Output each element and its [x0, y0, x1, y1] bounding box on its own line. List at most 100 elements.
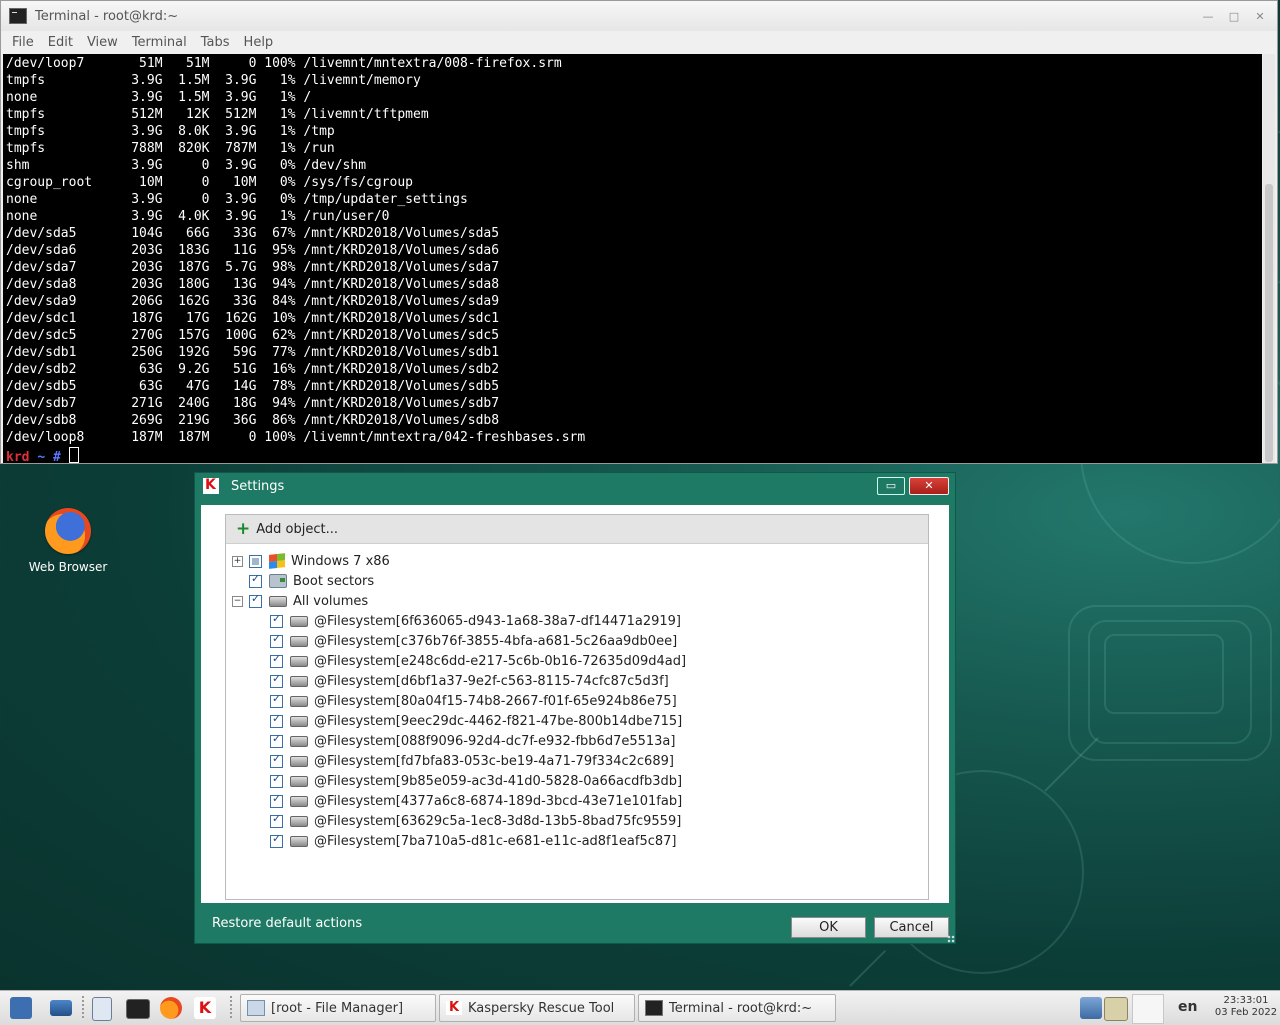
restore-window-icon[interactable]: ▭	[877, 477, 905, 495]
tree-item[interactable]: + Windows 7 x86	[232, 551, 390, 571]
maximize-icon[interactable]: □	[1227, 10, 1241, 23]
tree-item-label: @Filesystem[088f9096-92d4-dc7f-e932-fbb6…	[314, 733, 676, 749]
menu-terminal[interactable]: Terminal	[125, 35, 194, 50]
tree-item-checkbox[interactable]	[270, 832, 283, 848]
clock[interactable]: 23:33:01 03 Feb 2022	[1214, 995, 1278, 1019]
tree-item[interactable]: @Filesystem[4377a6c8-6874-189d-3bcd-43e7…	[270, 791, 682, 811]
close-icon[interactable]: ✕	[909, 477, 949, 495]
prompt-host: krd	[6, 450, 30, 463]
start-menu-icon[interactable]	[10, 997, 32, 1019]
task-terminal[interactable]: Terminal - root@krd:~	[638, 994, 836, 1022]
tree-item-label: @Filesystem[80a04f15-74b8-2667-f01f-65e9…	[314, 693, 677, 709]
add-object-label: Add object...	[256, 521, 339, 537]
terminal-output-line: cgroup_root 10M 0 10M 0% /sys/fs/cgroup	[6, 175, 413, 190]
tree-item[interactable]: @Filesystem[9b85e059-ac3d-41d0-5828-0a66…	[270, 771, 682, 791]
tree-item[interactable]: @Filesystem[e248c6dd-e217-5c6b-0b16-7263…	[270, 651, 686, 671]
tree-item-checkbox[interactable]	[249, 592, 262, 608]
terminal-window[interactable]: Terminal - root@krd:~ — □ ✕ File Edit Vi…	[0, 0, 1278, 464]
task-label: Kaspersky Rescue Tool	[468, 1000, 615, 1016]
tree-item[interactable]: @Filesystem[80a04f15-74b8-2667-f01f-65e9…	[270, 691, 677, 711]
tree-item-checkbox[interactable]	[270, 792, 283, 808]
tree-item[interactable]: @Filesystem[7ba710a5-d81c-e681-e11c-ad8f…	[270, 831, 676, 851]
tree-item[interactable]: @Filesystem[fd7bfa83-053c-be19-4a71-79f3…	[270, 751, 674, 771]
collapse-icon[interactable]: −	[232, 595, 243, 607]
menu-file[interactable]: File	[5, 35, 41, 50]
resize-grip[interactable]	[947, 935, 955, 943]
tree-item-checkbox[interactable]	[270, 632, 283, 648]
prompt-path: ~ #	[37, 450, 61, 463]
keyboard-layout-indicator[interactable]: en	[1178, 999, 1197, 1015]
terminal-output-line: /dev/sda9 206G 162G 33G 84% /mnt/KRD2018…	[6, 294, 500, 309]
terminal-launcher-icon[interactable]	[126, 999, 150, 1019]
menu-view[interactable]: View	[80, 35, 125, 50]
terminal-output-line: tmpfs 3.9G 1.5M 3.9G 1% /livemnt/memory	[6, 73, 421, 88]
tree-item-label: @Filesystem[6f636065-d943-1a68-38a7-df14…	[314, 613, 681, 629]
terminal-icon	[9, 8, 27, 24]
task-kaspersky-rescue-tool[interactable]: K Kaspersky Rescue Tool	[439, 994, 635, 1022]
firefox-launcher-icon[interactable]	[160, 997, 182, 1019]
tree-item-checkbox[interactable]	[249, 572, 262, 588]
terminal-titlebar[interactable]: Terminal - root@krd:~ — □ ✕	[1, 1, 1277, 31]
terminal-output-line: /dev/sdc1 187G 17G 162G 10% /mnt/KRD2018…	[6, 311, 500, 326]
disk-icon	[290, 715, 308, 727]
expand-icon[interactable]: +	[232, 555, 243, 567]
menu-help[interactable]: Help	[237, 35, 281, 50]
terminal-output-line: shm 3.9G 0 3.9G 0% /dev/shm	[6, 158, 367, 173]
add-object-button[interactable]: + Add object...	[226, 515, 928, 544]
tree-item-checkbox[interactable]	[270, 612, 283, 628]
tree-item-checkbox[interactable]	[270, 652, 283, 668]
tree-item[interactable]: Boot sectors	[232, 571, 374, 591]
scan-objects-panel: + Add object... + Windows 7 x86 Boot secto…	[225, 514, 929, 900]
tree-item[interactable]: @Filesystem[d6bf1a37-9e2f-c563-8115-74cf…	[270, 671, 669, 691]
network-status-icon[interactable]	[1080, 997, 1102, 1019]
terminal-icon	[645, 1000, 663, 1016]
tree-item-checkbox[interactable]	[270, 712, 283, 728]
kaspersky-launcher-icon[interactable]: K	[194, 997, 216, 1019]
close-icon[interactable]: ✕	[1253, 10, 1267, 23]
tree-item-checkbox[interactable]	[270, 692, 283, 708]
tree-item[interactable]: @Filesystem[6f636065-d943-1a68-38a7-df14…	[270, 611, 681, 631]
tools-icon[interactable]	[1104, 997, 1128, 1021]
tree-item-label: @Filesystem[4377a6c8-6874-189d-3bcd-43e7…	[314, 793, 683, 809]
file-manager-launcher-icon[interactable]	[92, 997, 112, 1021]
menu-edit[interactable]: Edit	[41, 35, 80, 50]
menu-tabs[interactable]: Tabs	[194, 35, 237, 50]
tree-item-checkbox[interactable]	[249, 554, 262, 568]
settings-dialog[interactable]: Settings ▭ ✕ + Add object... + Windows 7 …	[194, 472, 956, 944]
tree-item[interactable]: @Filesystem[c376b76f-3855-4bfa-a681-5c26…	[270, 631, 677, 651]
terminal-screen[interactable]: /dev/loop7 51M 51M 0 100% /livemnt/mntex…	[3, 54, 1262, 463]
tree-item-label: Windows 7 x86	[291, 553, 390, 569]
desktop-icon-label: Web Browser	[28, 560, 108, 574]
tree-item[interactable]: @Filesystem[9eec29dc-4462-f821-47be-800b…	[270, 711, 682, 731]
terminal-prompt[interactable]: krd ~ #	[3, 447, 1262, 463]
tree-item-checkbox[interactable]	[270, 732, 283, 748]
kaspersky-icon	[203, 477, 219, 494]
disk-icon	[290, 735, 308, 747]
tree-item-label: All volumes	[293, 593, 369, 609]
tree-item-checkbox[interactable]	[270, 812, 283, 828]
network-icon[interactable]	[50, 1000, 72, 1016]
tree-item[interactable]: @Filesystem[63629c5a-1ec8-3d8d-13b5-8bad…	[270, 811, 681, 831]
tree-item-checkbox[interactable]	[270, 772, 283, 788]
tree-item-checkbox[interactable]	[270, 672, 283, 688]
disk-icon	[290, 655, 308, 667]
terminal-output-line: tmpfs 3.9G 8.0K 3.9G 1% /tmp	[6, 124, 335, 139]
scrollbar-thumb[interactable]	[1265, 184, 1273, 462]
tree-item[interactable]: @Filesystem[088f9096-92d4-dc7f-e932-fbb6…	[270, 731, 675, 751]
cancel-button[interactable]: Cancel	[874, 917, 949, 938]
tree-item-label: @Filesystem[9b85e059-ac3d-41d0-5828-0a66…	[314, 773, 683, 789]
dialog-titlebar[interactable]: Settings ▭ ✕	[195, 473, 955, 499]
terminal-output: /dev/loop7 51M 51M 0 100% /livemnt/mntex…	[3, 54, 1262, 447]
terminal-output-line: /dev/sda7 203G 187G 5.7G 98% /mnt/KRD201…	[6, 260, 500, 275]
terminal-cursor	[68, 447, 79, 463]
desktop-icon-web-browser[interactable]: Web Browser	[20, 508, 116, 574]
plus-icon: +	[236, 519, 251, 539]
tray-slot[interactable]	[1132, 994, 1164, 1024]
tree-item-checkbox[interactable]	[270, 752, 283, 768]
minimize-icon[interactable]: —	[1201, 10, 1215, 23]
task-file-manager[interactable]: [root - File Manager]	[240, 994, 436, 1022]
restore-default-actions-link[interactable]: Restore default actions	[212, 916, 362, 931]
tree-item[interactable]: − All volumes	[232, 591, 368, 611]
ok-button[interactable]: OK	[791, 917, 866, 938]
terminal-scrollbar[interactable]	[1263, 54, 1275, 463]
